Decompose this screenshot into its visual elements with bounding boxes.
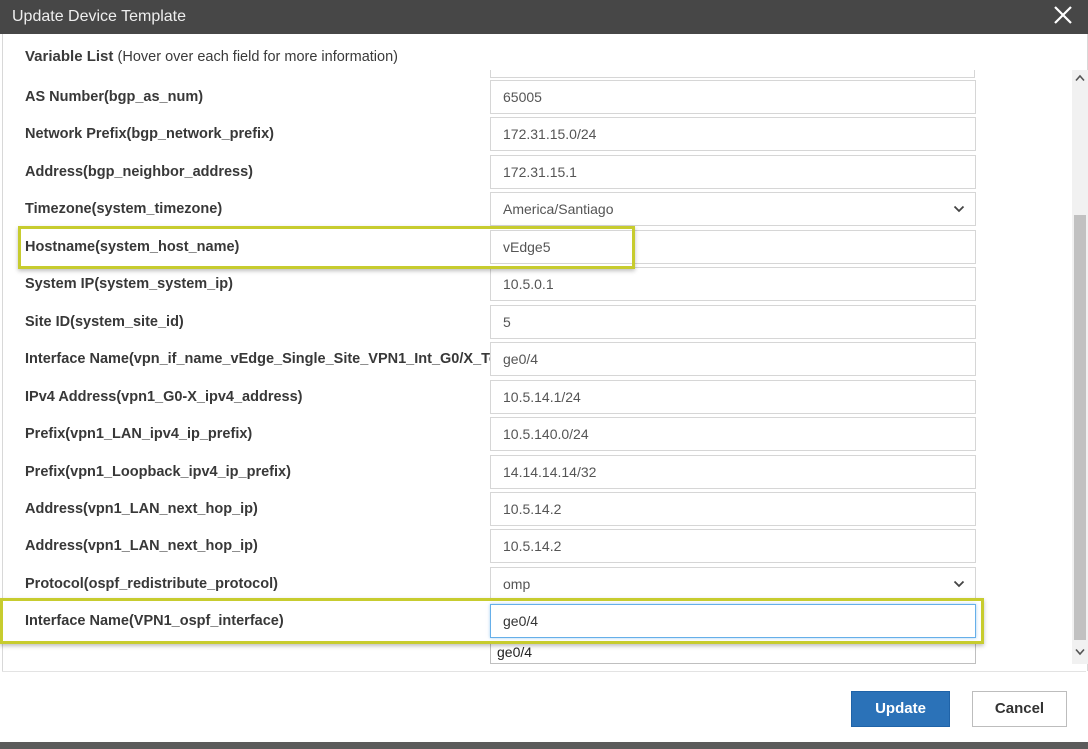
field-value: 14.14.14.14/32 xyxy=(503,464,597,480)
footer-divider xyxy=(2,671,1086,672)
field-label: Hostname(system_host_name) xyxy=(25,239,240,255)
chevron-down-icon xyxy=(953,580,965,588)
field-label: IPv4 Address(vpn1_G0-X_ipv4_address) xyxy=(25,389,303,405)
field-label: Address(vpn1_LAN_next_hop_ip) xyxy=(25,501,258,517)
field-value: ge0/4 xyxy=(503,613,539,629)
field-input[interactable]: 172.31.15.0/24 xyxy=(490,117,976,151)
scrollbar[interactable] xyxy=(1072,70,1088,664)
field-label: Interface Name(VPN1_ospf_interface) xyxy=(25,613,284,629)
dialog-titlebar: Update Device Template xyxy=(0,0,1088,34)
update-button[interactable]: Update xyxy=(851,691,950,727)
field-label: AS Number(bgp_as_num) xyxy=(25,89,204,105)
field-value: 10.5.140.0/24 xyxy=(503,426,589,442)
field-label: Site ID(system_site_id) xyxy=(25,314,184,330)
field-label: System IP(system_system_ip) xyxy=(25,276,233,292)
field-select[interactable]: omp xyxy=(490,567,976,601)
field-value: omp xyxy=(503,576,531,592)
field-value: 10.5.14.1/24 xyxy=(503,389,581,405)
cancel-button[interactable]: Cancel xyxy=(972,691,1067,727)
variable-list-heading: Variable List (Hover over each field for… xyxy=(25,48,398,65)
field-label: Prefix(vpn1_LAN_ipv4_ip_prefix) xyxy=(25,426,253,442)
close-icon[interactable] xyxy=(1052,4,1074,26)
window-bottom-edge xyxy=(0,742,1088,749)
field-label: Timezone(system_timezone) xyxy=(25,201,223,217)
variable-list-hint: (Hover over each field for more informat… xyxy=(117,49,398,65)
field-label: Interface Name(vpn_if_name_vEdge_Single_… xyxy=(25,351,490,367)
field-label: Network Prefix(bgp_network_prefix) xyxy=(25,126,274,142)
field-value: 10.5.0.1 xyxy=(503,276,554,292)
scrollbar-thumb[interactable] xyxy=(1074,215,1086,640)
field-value: 172.31.15.1 xyxy=(503,164,577,180)
scroll-up-icon[interactable] xyxy=(1075,74,1085,82)
partially-scrolled-field xyxy=(490,70,975,78)
field-label: Address(bgp_neighbor_address) xyxy=(25,164,254,180)
field-input[interactable]: 5 xyxy=(490,305,976,339)
field-label: Address(vpn1_LAN_next_hop_ip) xyxy=(25,538,258,554)
autocomplete-suggestion[interactable]: ge0/4 xyxy=(490,642,976,664)
dialog-title: Update Device Template xyxy=(12,8,187,25)
field-input[interactable]: 10.5.14.2 xyxy=(490,529,976,563)
field-input[interactable]: 14.14.14.14/32 xyxy=(490,455,976,489)
field-value: 10.5.14.2 xyxy=(503,501,562,517)
field-label: Protocol(ospf_redistribute_protocol) xyxy=(25,576,278,592)
field-input[interactable]: 65005 xyxy=(490,80,976,114)
field-value: America/Santiago xyxy=(503,201,614,217)
field-value: 5 xyxy=(503,314,511,330)
field-label: Prefix(vpn1_Loopback_ipv4_ip_prefix) xyxy=(25,464,291,480)
field-input[interactable]: ge0/4 xyxy=(490,342,976,376)
field-value: 172.31.15.0/24 xyxy=(503,126,597,142)
field-input[interactable]: ge0/4 xyxy=(490,604,976,638)
scroll-down-icon[interactable] xyxy=(1075,648,1085,656)
field-input[interactable]: vEdge5 xyxy=(490,230,976,264)
field-value: 10.5.14.2 xyxy=(503,538,562,554)
field-select[interactable]: America/Santiago xyxy=(490,192,976,226)
field-input[interactable]: 172.31.15.1 xyxy=(490,155,976,189)
field-value: 65005 xyxy=(503,89,542,105)
field-input[interactable]: 10.5.0.1 xyxy=(490,267,976,301)
field-input[interactable]: 10.5.14.2 xyxy=(490,492,976,526)
field-input[interactable]: 10.5.14.1/24 xyxy=(490,380,976,414)
field-input[interactable]: 10.5.140.0/24 xyxy=(490,417,976,451)
chevron-down-icon xyxy=(953,205,965,213)
field-value: vEdge5 xyxy=(503,239,551,255)
variable-list-title: Variable List xyxy=(25,48,114,65)
field-value: ge0/4 xyxy=(503,351,539,367)
